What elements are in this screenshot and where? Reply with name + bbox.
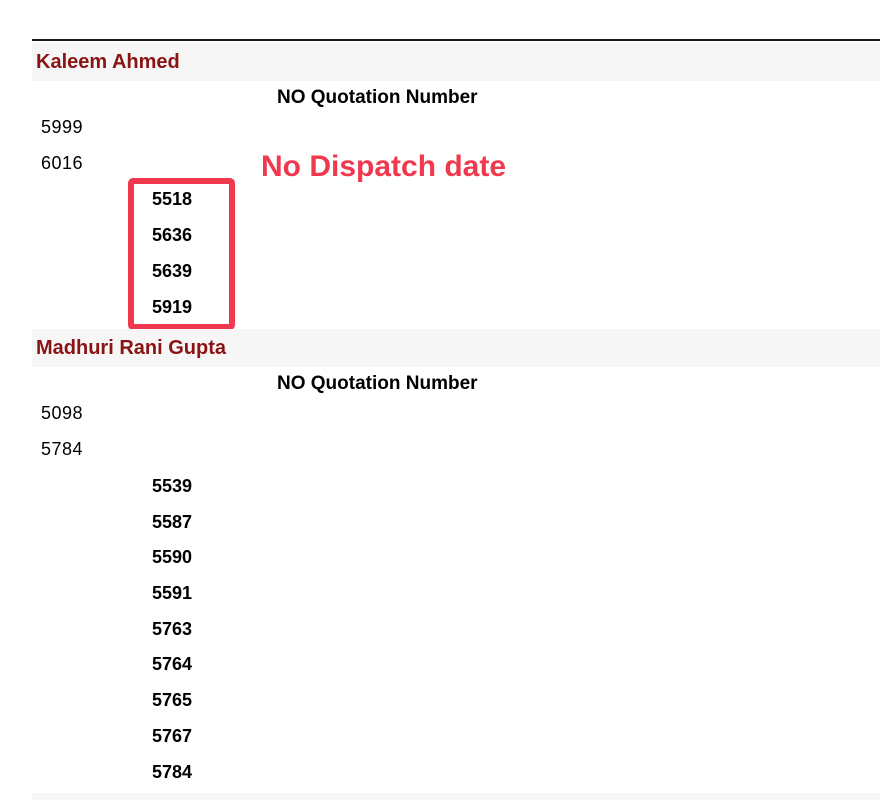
list-item: 5098: [41, 403, 84, 423]
group-name: Madhuri Rani Gupta: [36, 337, 226, 359]
group-header-kaleem-ahmed: Kaleem Ahmed: [32, 43, 880, 81]
sub-list-item: 5764: [152, 654, 193, 674]
annotation-highlight-box: [128, 178, 235, 330]
sub-list-item: 5784: [152, 762, 193, 782]
report-page: Kaleem Ahmed NO Quotation Number 5999 60…: [0, 0, 880, 800]
list-item: 5999: [41, 117, 84, 137]
list-item: 5784: [41, 439, 84, 459]
next-group-header-edge: [32, 793, 880, 800]
column-heading-quotation: NO Quotation Number: [277, 373, 478, 394]
sub-list-item: 5763: [152, 619, 193, 639]
annotation-label: No Dispatch date: [261, 150, 507, 183]
top-divider: [32, 39, 880, 41]
sub-list-item: 5591: [152, 583, 193, 603]
sub-list-item: 5587: [152, 512, 193, 532]
sub-list-item: 5590: [152, 547, 193, 567]
column-heading-quotation: NO Quotation Number: [277, 87, 478, 108]
list-item: 6016: [41, 153, 84, 173]
sub-list-item: 5539: [152, 476, 193, 496]
sub-list-item: 5767: [152, 726, 193, 746]
group-name: Kaleem Ahmed: [36, 51, 180, 73]
group-header-madhuri-rani-gupta: Madhuri Rani Gupta: [32, 329, 880, 367]
sub-list-item: 5765: [152, 690, 193, 710]
